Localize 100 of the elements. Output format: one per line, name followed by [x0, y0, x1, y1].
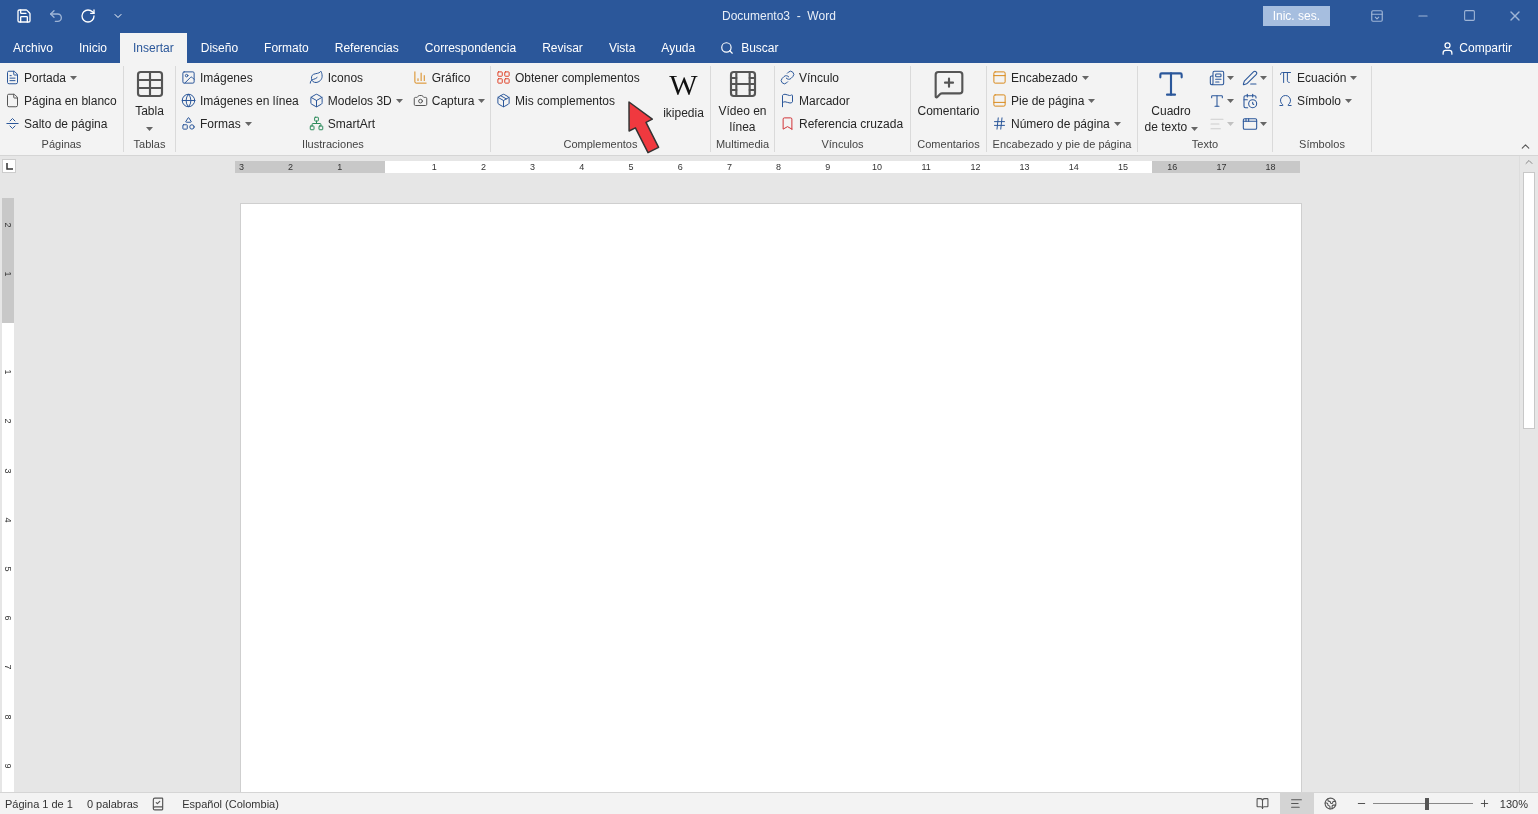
ribbon-button[interactable]: Ecuación	[1276, 66, 1360, 89]
ribbon-button[interactable]: Página en blanco	[3, 89, 119, 112]
search-button[interactable]: Buscar	[708, 33, 791, 63]
zoom-level[interactable]: 130%	[1489, 797, 1538, 810]
caret-icon	[146, 127, 153, 131]
caret-icon	[244, 121, 252, 126]
wordart-icon	[1209, 92, 1225, 109]
ruler-number: 9	[3, 762, 13, 771]
omega-icon	[1278, 93, 1293, 108]
ribbon-tab[interactable]: Inicio	[66, 33, 121, 63]
ruler-number: 6	[677, 161, 683, 173]
blank-page-icon	[5, 93, 20, 108]
ruler-number: 7	[3, 663, 13, 672]
ribbon-tab[interactable]: Correspondencia	[411, 33, 530, 63]
ribbon-tab[interactable]: Insertar	[120, 33, 187, 63]
cube-icon	[308, 93, 324, 108]
ruler-number: 15	[1118, 161, 1128, 173]
quick-parts-icon	[1209, 69, 1225, 86]
ruler-number: 3	[530, 161, 536, 173]
ruler-number: 3	[3, 467, 13, 476]
window-title: Documento3 - Word	[721, 8, 837, 23]
ribbon-tab[interactable]: Ayuda	[648, 33, 709, 63]
ribbon-large-button[interactable]: Comentario	[914, 66, 983, 138]
ribbon-button[interactable]: Portada	[3, 66, 119, 89]
date-time-icon	[1242, 92, 1258, 109]
ruler-number: 16	[1167, 161, 1178, 173]
group-label: Encabezado y pie de página	[991, 138, 1133, 152]
ruler-number: 6	[3, 614, 13, 623]
tab-stop-icon	[5, 162, 13, 170]
ribbon-tab[interactable]: Revisar	[529, 33, 596, 63]
tab-selector[interactable]	[2, 159, 16, 173]
ribbon-button[interactable]: Imágenes	[179, 66, 301, 89]
group-label: Símbolos	[1298, 138, 1346, 152]
ribbon-button[interactable]: Símbolo	[1276, 89, 1360, 112]
ribbon-button[interactable]: Número de página	[990, 112, 1123, 135]
ribbon-tab[interactable]: Formato	[251, 33, 322, 63]
caret-icon	[478, 98, 486, 103]
ribbon-button[interactable]: Modelos 3D	[306, 89, 405, 112]
page-count[interactable]: Página 1 de 1	[0, 797, 82, 810]
ribbon-button[interactable]: Formas	[179, 112, 301, 135]
scrollbar-thumb[interactable]	[1523, 172, 1535, 429]
shapes-icon	[181, 116, 196, 131]
page-number-icon	[992, 116, 1007, 131]
camera-icon	[412, 93, 428, 108]
caret-icon	[1088, 98, 1096, 103]
proofing-icon[interactable]	[151, 796, 166, 811]
ribbon-tab[interactable]: Archivo	[0, 33, 66, 63]
ruler-number: 1	[3, 368, 13, 377]
ribbon-button[interactable]: Obtener complementos	[494, 66, 654, 89]
ruler-number: 1	[431, 161, 437, 173]
ruler-number: 8	[3, 713, 13, 722]
caret-icon	[1113, 121, 1121, 126]
ruler-number: 17	[1216, 161, 1227, 173]
ruler-number: 5	[3, 565, 13, 574]
ruler-number: 2	[3, 417, 13, 426]
ribbon-button[interactable]: Pie de página	[990, 89, 1123, 112]
ruler-number: 8	[776, 161, 782, 173]
ribbon-tab[interactable]: Vista	[595, 33, 649, 63]
ribbon-button[interactable]: Captura	[410, 89, 488, 112]
ruler-number: 12	[970, 161, 981, 173]
ribbon-large-button[interactable]: Cuadro de texto	[1141, 66, 1201, 138]
flag-icon	[780, 93, 795, 108]
ribbon-large-button[interactable]: W ikipedia	[660, 66, 707, 138]
zoom-in-icon[interactable]	[1478, 798, 1490, 809]
ribbon-button[interactable]: SmartArt	[306, 112, 405, 135]
print-layout-icon[interactable]	[1279, 793, 1314, 814]
ribbon-tab[interactable]: Referencias	[321, 33, 412, 63]
ruler-number: 1	[337, 161, 343, 173]
ribbon-button[interactable]: Iconos	[306, 66, 405, 89]
group-label: Vínculos	[820, 138, 865, 152]
comment-icon	[932, 68, 965, 100]
cross-reference-icon	[780, 116, 795, 131]
ruler-number: 2	[3, 221, 13, 230]
ruler-number: 13	[1019, 161, 1030, 173]
share-button[interactable]: Compartir	[1434, 33, 1518, 63]
ribbon-button[interactable]: Salto de página	[3, 112, 119, 135]
ribbon-button[interactable]: Imágenes en línea	[179, 89, 301, 112]
caret-icon	[1227, 75, 1234, 80]
ribbon-button[interactable]: Gráfico	[410, 66, 488, 89]
footer-icon	[992, 93, 1007, 108]
ruler-number: 11	[921, 161, 931, 173]
word-count[interactable]: 0 palabras	[81, 797, 148, 810]
ruler-number: 5	[628, 161, 634, 173]
wikipedia-logo: W	[669, 68, 698, 102]
ruler-number: 9	[825, 161, 831, 173]
ruler-number: 1	[3, 270, 13, 279]
ribbon-tab[interactable]: Diseño	[187, 33, 252, 63]
ribbon-button[interactable]: Referencia cruzada	[778, 112, 906, 135]
group-label: Comentarios	[916, 138, 981, 152]
ribbon-large-button[interactable]: Tabla	[127, 66, 172, 138]
caret-icon	[1260, 121, 1267, 126]
ribbon-button[interactable]: Marcador	[778, 89, 906, 112]
caret-icon	[1345, 98, 1353, 103]
group-label: Tablas	[132, 138, 167, 152]
ribbon-large-button[interactable]: Vídeo en línea	[714, 66, 771, 138]
language[interactable]: Español (Colombia)	[177, 797, 288, 810]
ribbon-button[interactable]: Mis complementos	[494, 89, 654, 112]
ribbon-button[interactable]: Encabezado	[990, 66, 1123, 89]
ribbon-button[interactable]: Vínculo	[778, 66, 906, 89]
caret-icon	[1227, 98, 1234, 103]
